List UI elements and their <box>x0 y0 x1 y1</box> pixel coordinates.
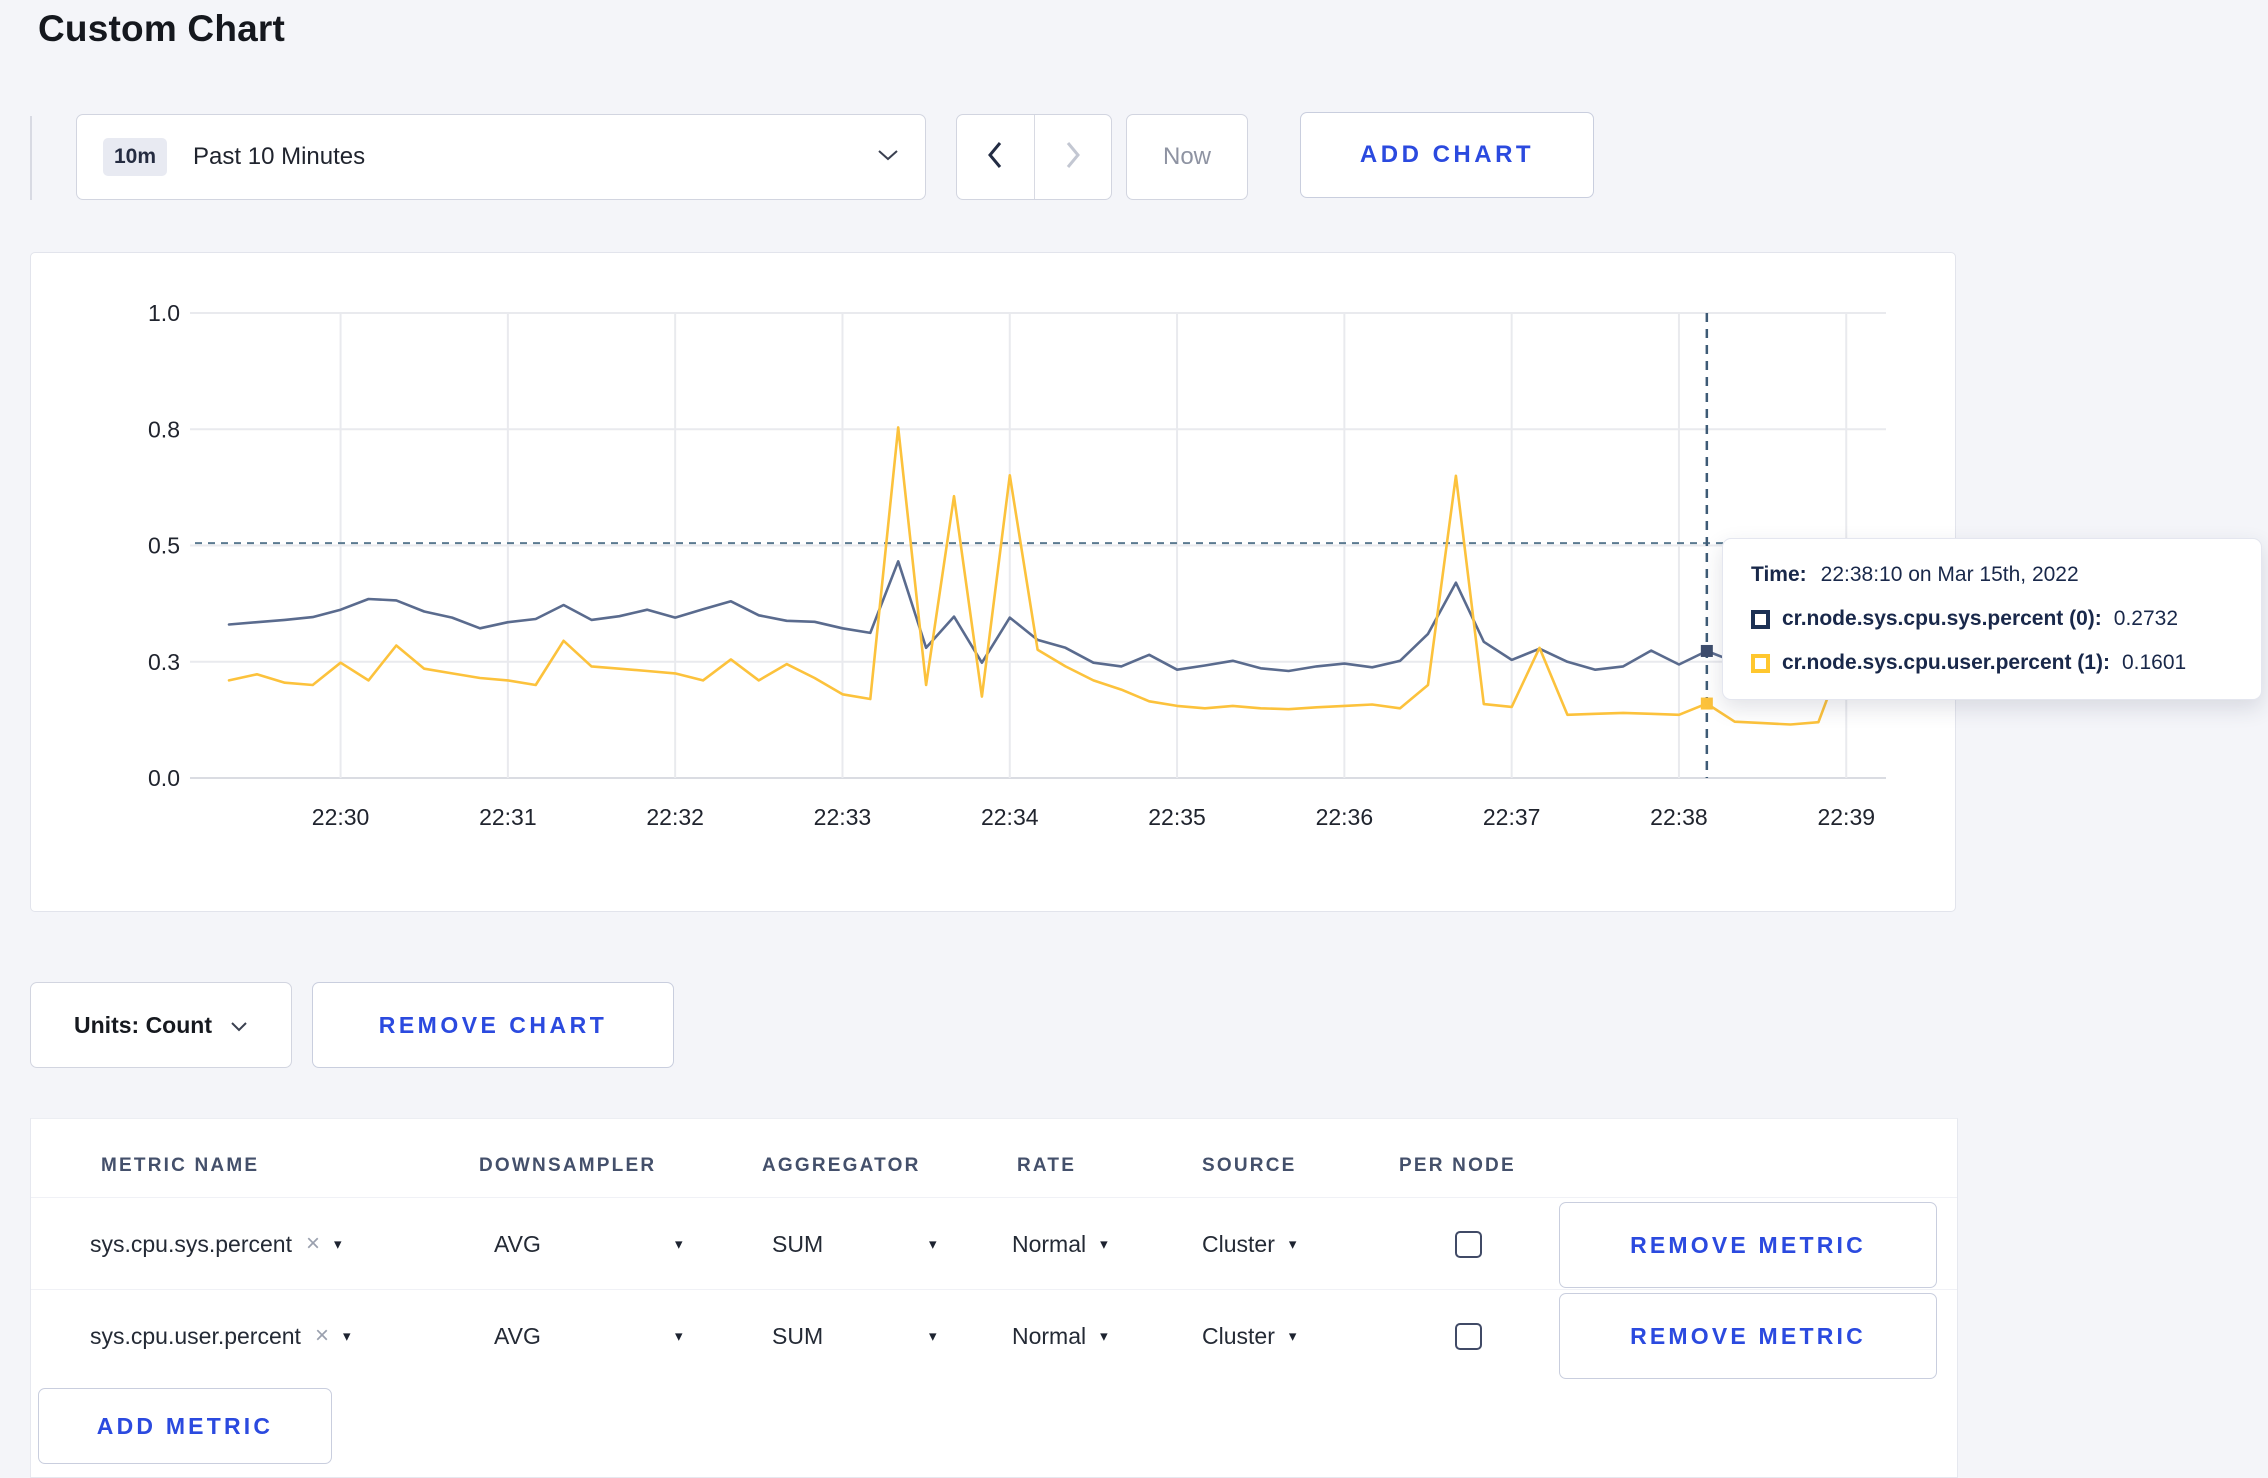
caret-down-icon: ▾ <box>675 1328 683 1345</box>
tooltip-series-value: 0.2732 <box>2113 607 2179 630</box>
downsampler-value: AVG <box>494 1230 541 1257</box>
col-header-per-node: PER NODE <box>1399 1155 1516 1176</box>
remove-metric-button[interactable]: REMOVE METRIC <box>1559 1202 1937 1288</box>
chart-panel <box>30 252 1956 912</box>
col-header-downsampler: DOWNSAMPLER <box>479 1155 657 1176</box>
col-header-rate: RATE <box>1017 1155 1077 1176</box>
metric-name-select[interactable]: sys.cpu.user.percent × ▾ <box>90 1290 351 1382</box>
chart-tooltip: Time: 22:38:10 on Mar 15th, 2022 cr.node… <box>1722 538 2262 700</box>
caret-down-icon: ▾ <box>1288 1328 1297 1345</box>
rate-value: Normal <box>1012 1230 1087 1257</box>
chevron-left-icon <box>987 141 1003 174</box>
downsampler-value: AVG <box>494 1322 541 1349</box>
source-select[interactable]: Cluster ▾ <box>1202 1290 1296 1382</box>
rate-select[interactable]: Normal ▾ <box>1012 1198 1108 1290</box>
col-header-aggregator: AGGREGATOR <box>762 1155 921 1176</box>
rate-select[interactable]: Normal ▾ <box>1012 1290 1108 1382</box>
table-row: sys.cpu.user.percent × ▾ AVG ▾ SUM ▾ Nor… <box>31 1289 1957 1382</box>
caret-down-icon: ▾ <box>929 1236 937 1253</box>
prev-time-button[interactable] <box>957 115 1034 199</box>
col-header-source: SOURCE <box>1202 1155 1297 1176</box>
time-range-label: Past 10 Minutes <box>193 143 366 170</box>
units-dropdown[interactable]: Units: Count <box>30 982 292 1068</box>
caret-down-icon: ▾ <box>1100 1328 1108 1345</box>
aggregator-caret[interactable]: ▾ <box>915 1198 937 1290</box>
add-metric-button[interactable]: ADD METRIC <box>38 1388 332 1464</box>
downsampler-caret[interactable]: ▾ <box>661 1290 683 1382</box>
tooltip-series-name: cr.node.sys.cpu.user.percent (1): <box>1782 651 2110 674</box>
source-value: Cluster <box>1202 1322 1275 1349</box>
table-row: sys.cpu.sys.percent × ▾ AVG ▾ SUM ▾ Norm… <box>31 1197 1957 1290</box>
aggregator-select[interactable]: SUM <box>772 1290 823 1382</box>
downsampler-select[interactable]: AVG <box>494 1198 541 1290</box>
aggregator-select[interactable]: SUM <box>772 1198 823 1290</box>
per-node-cell <box>1455 1290 1482 1382</box>
next-time-button[interactable] <box>1035 115 1112 199</box>
per-node-checkbox[interactable] <box>1455 1230 1482 1258</box>
downsampler-caret[interactable]: ▾ <box>661 1198 683 1290</box>
time-pager <box>956 114 1112 200</box>
chevron-down-icon <box>877 148 899 167</box>
per-node-checkbox[interactable] <box>1455 1322 1482 1350</box>
add-chart-button[interactable]: ADD CHART <box>1300 112 1594 198</box>
aggregator-value: SUM <box>772 1230 824 1257</box>
page-title: Custom Chart <box>38 8 286 49</box>
aggregator-value: SUM <box>772 1322 824 1349</box>
aggregator-caret[interactable]: ▾ <box>915 1290 937 1382</box>
clear-metric-icon[interactable]: × <box>315 1322 329 1350</box>
source-value: Cluster <box>1202 1230 1275 1257</box>
series-user-swatch-icon <box>1751 653 1770 673</box>
series-sys-swatch-icon <box>1751 609 1770 629</box>
time-range-dropdown[interactable]: 10m Past 10 Minutes <box>76 114 926 200</box>
source-select[interactable]: Cluster ▾ <box>1202 1198 1296 1290</box>
now-button[interactable]: Now <box>1126 114 1248 200</box>
tooltip-time-value: 22:38:10 on Mar 15th, 2022 <box>1820 563 2079 586</box>
metric-name-value: sys.cpu.user.percent <box>90 1322 301 1349</box>
units-label: Units: Count <box>74 1011 212 1038</box>
caret-down-icon: ▾ <box>675 1236 683 1253</box>
caret-down-icon: ▾ <box>1100 1236 1108 1253</box>
downsampler-select[interactable]: AVG <box>494 1290 541 1382</box>
per-node-cell <box>1455 1198 1482 1290</box>
metric-name-value: sys.cpu.sys.percent <box>90 1230 292 1257</box>
col-header-metric-name: METRIC NAME <box>101 1155 260 1176</box>
remove-metric-button[interactable]: REMOVE METRIC <box>1559 1293 1937 1379</box>
toolbar-left-divider <box>30 116 32 200</box>
tooltip-series-value: 0.1601 <box>2121 651 2187 674</box>
caret-down-icon: ▾ <box>333 1236 342 1253</box>
remove-chart-button[interactable]: REMOVE CHART <box>312 982 674 1068</box>
time-range-badge: 10m <box>103 138 168 176</box>
caret-down-icon: ▾ <box>1288 1236 1297 1253</box>
tooltip-series-name: cr.node.sys.cpu.sys.percent (0): <box>1782 607 2102 630</box>
tooltip-time-label: Time: <box>1751 563 1807 586</box>
caret-down-icon: ▾ <box>929 1328 937 1345</box>
chevron-right-icon <box>1065 141 1081 174</box>
clear-metric-icon[interactable]: × <box>306 1230 320 1258</box>
caret-down-icon: ▾ <box>342 1328 351 1345</box>
rate-value: Normal <box>1012 1322 1087 1349</box>
metric-name-select[interactable]: sys.cpu.sys.percent × ▾ <box>90 1198 342 1290</box>
chevron-down-icon <box>230 1012 248 1039</box>
